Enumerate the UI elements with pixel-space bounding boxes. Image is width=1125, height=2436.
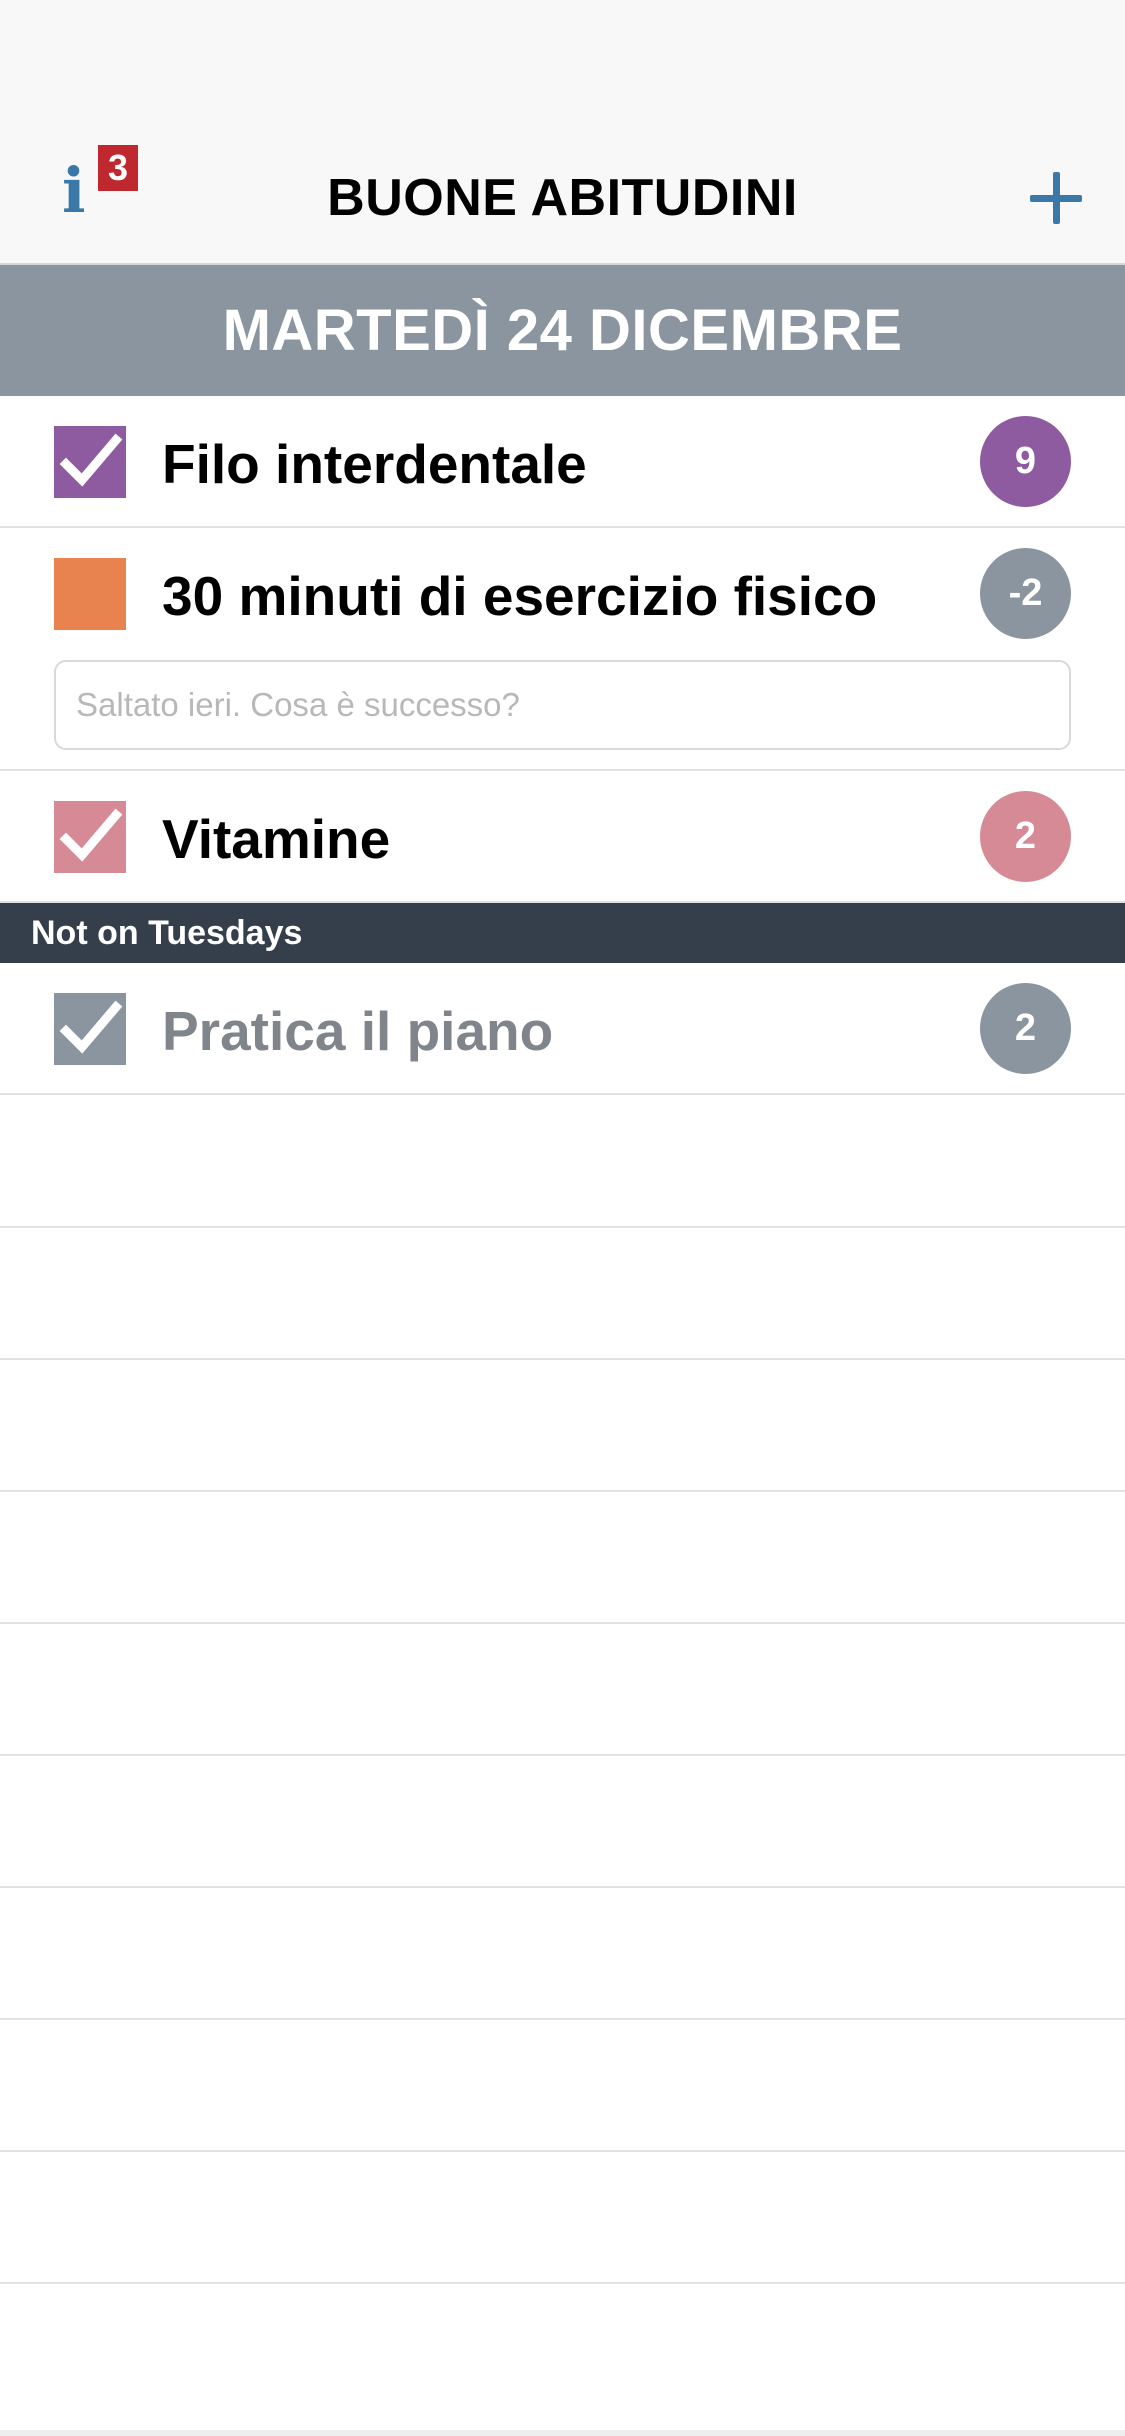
habit-label: Filo interdentale (162, 433, 587, 495)
habit-row[interactable]: Filo interdentale 9 (0, 396, 1125, 528)
info-icon: i (62, 154, 86, 227)
skip-note-input[interactable] (54, 660, 1071, 750)
habit-label: Vitamine (162, 808, 391, 870)
list-separator (0, 2018, 1125, 2020)
list-separator (0, 2150, 1125, 2152)
list-separator (0, 1886, 1125, 1888)
streak-badge: 9 (980, 416, 1071, 507)
checkmark-icon (54, 801, 126, 873)
streak-badge: -2 (980, 548, 1071, 639)
add-habit-button[interactable] (1030, 172, 1082, 224)
home-indicator (0, 2430, 1125, 2436)
habit-checkbox[interactable] (54, 426, 126, 498)
streak-badge: 2 (980, 791, 1071, 882)
habit-row[interactable]: Vitamine 2 (0, 771, 1125, 903)
habit-label: 30 minuti di esercizio fisico (162, 565, 878, 627)
date-header: MARTEDÌ 24 DICEMBRE (0, 265, 1125, 396)
list-separator (0, 1490, 1125, 1492)
notification-badge: 3 (98, 145, 138, 191)
habit-label: Pratica il piano (162, 1000, 554, 1062)
habit-checkbox[interactable] (54, 993, 126, 1065)
info-button[interactable]: i 3 (54, 145, 154, 240)
list-separator (0, 1754, 1125, 1756)
checkmark-icon (54, 993, 126, 1065)
list-separator (0, 2282, 1125, 2284)
page-title: BUONE ABITUDINI (327, 169, 798, 227)
habit-checkbox[interactable] (54, 558, 126, 630)
list-separator (0, 1622, 1125, 1624)
list-separator (0, 1226, 1125, 1228)
streak-badge: 2 (980, 983, 1071, 1074)
checkmark-icon (54, 426, 126, 498)
list-separator (0, 1358, 1125, 1360)
section-header: Not on Tuesdays (0, 903, 1125, 963)
habit-checkbox[interactable] (54, 801, 126, 873)
habit-row[interactable]: Pratica il piano 2 (0, 963, 1125, 1095)
plus-icon-stroke (1053, 172, 1060, 224)
navigation-bar: i 3 BUONE ABITUDINI (0, 0, 1125, 265)
